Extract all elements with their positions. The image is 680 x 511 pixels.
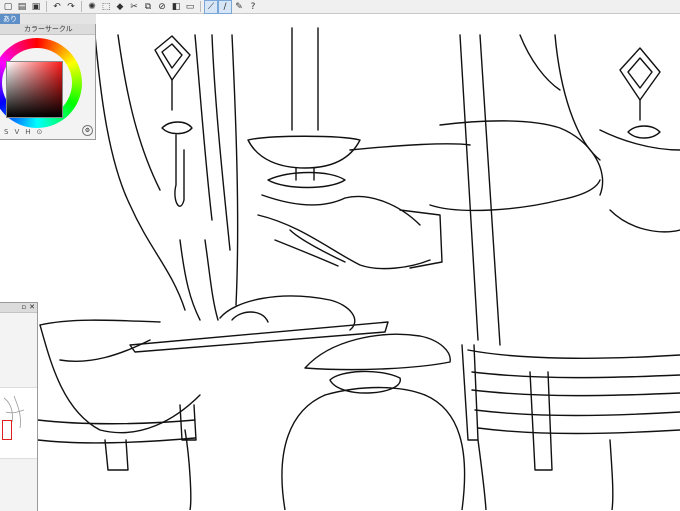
- footer-label[interactable]: H: [25, 128, 30, 136]
- toolbar-divider: [200, 1, 201, 12]
- footer-label[interactable]: ⊙: [37, 128, 43, 136]
- panel-title: カラーサークル: [0, 24, 95, 35]
- color-circle-panel: カラーサークル S V H ⊙ ⚙: [0, 24, 96, 140]
- panel-title-bar: ▫ ✕: [0, 303, 37, 313]
- footer-label[interactable]: V: [14, 128, 19, 136]
- open-folder-icon[interactable]: ▤: [16, 1, 28, 13]
- toolbar-divider: [46, 1, 47, 12]
- clear-icon[interactable]: ✺: [86, 1, 98, 13]
- main-toolbar: ▢ ▤ ▣ ↶ ↷ ✺ ⬚ ◆ ✂ ⧉ ⊘ ◧ ▭ ⟋ ∕ ✎ ?: [0, 0, 680, 14]
- save-icon[interactable]: ▣: [30, 1, 42, 13]
- undo-icon[interactable]: ↶: [51, 1, 63, 13]
- tab-color[interactable]: あり: [0, 14, 20, 24]
- restore-button[interactable]: ▫: [21, 303, 26, 312]
- color-panel-footer: S V H ⊙: [4, 128, 42, 136]
- transform-icon[interactable]: ⬚: [100, 1, 112, 13]
- close-button[interactable]: ✕: [29, 303, 35, 312]
- line-icon[interactable]: ∕: [218, 0, 232, 14]
- line-art-canvas[interactable]: [0, 24, 680, 510]
- copy-icon[interactable]: ⧉: [142, 1, 154, 13]
- deselect-icon[interactable]: ⊘: [156, 1, 168, 13]
- saturation-value-square[interactable]: [6, 61, 63, 118]
- pen-icon[interactable]: ✎: [233, 1, 245, 13]
- new-file-icon[interactable]: ▢: [2, 1, 14, 13]
- viewport-indicator[interactable]: [2, 420, 12, 440]
- snap-icon[interactable]: ⟋: [204, 0, 218, 14]
- help-icon[interactable]: ?: [247, 1, 259, 13]
- gear-icon[interactable]: ⚙: [82, 125, 93, 136]
- toolbar-divider: [81, 1, 82, 12]
- redo-icon[interactable]: ↷: [65, 1, 77, 13]
- ruler-icon[interactable]: ▭: [184, 1, 196, 13]
- navigator-panel: ▫ ✕: [0, 302, 38, 511]
- navigator-thumbnail[interactable]: [0, 387, 37, 459]
- cut-icon[interactable]: ✂: [128, 1, 140, 13]
- footer-label[interactable]: S: [4, 128, 8, 136]
- fill-icon[interactable]: ◆: [114, 1, 126, 13]
- invert-icon[interactable]: ◧: [170, 1, 182, 13]
